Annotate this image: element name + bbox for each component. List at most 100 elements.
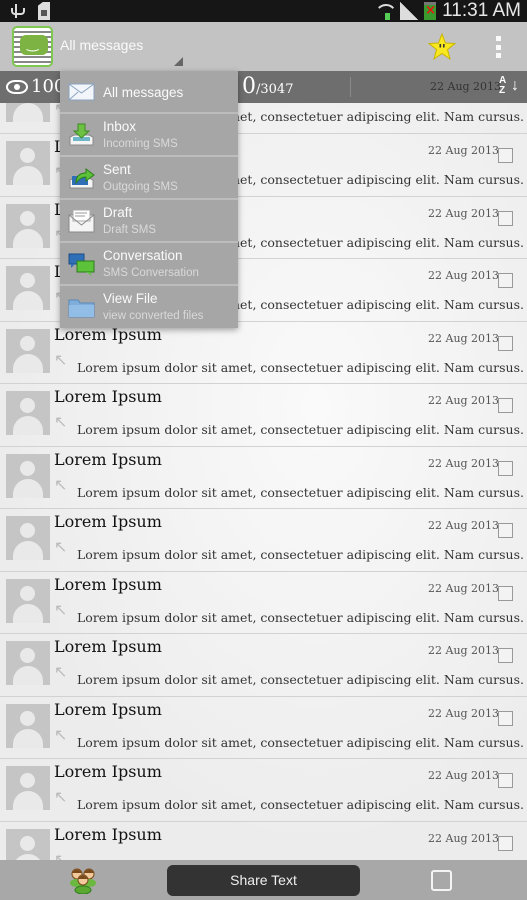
contact-avatar-icon <box>6 578 50 623</box>
contacts-group-icon <box>70 868 96 895</box>
message-row[interactable]: ↖Lorem Ipsum22 Aug 2013Lorem ipsum dolor… <box>0 447 527 509</box>
message-preview: Lorem ipsum dolor sit amet, consectetuer… <box>77 797 524 812</box>
message-date: 22 Aug 2013 <box>428 331 500 345</box>
contact-avatar-icon <box>6 703 50 748</box>
message-checkbox[interactable] <box>498 210 513 226</box>
dropdown-item-sent[interactable]: Sent Outgoing SMS <box>60 157 238 200</box>
action-bar: All messages <box>0 22 527 71</box>
contact-avatar-icon <box>6 103 50 122</box>
sort-arrow-icon: ↓ <box>511 77 519 94</box>
draft-letter-icon <box>68 209 95 233</box>
message-row[interactable]: ↖Lorem Ipsum22 Aug 2013Lorem ipsum dolor… <box>0 822 527 860</box>
message-date: 22 Aug 2013 <box>428 706 500 720</box>
message-checkbox[interactable] <box>498 523 513 538</box>
envelope-icon <box>68 83 95 101</box>
message-checkbox[interactable] <box>498 835 513 851</box>
folder-icon <box>68 299 95 318</box>
received-arrow-icon: ↖ <box>54 349 68 369</box>
message-row[interactable]: ↖Lorem Ipsum22 Aug 2013Lorem ipsum dolor… <box>0 384 527 447</box>
message-date: 22 Aug 2013 <box>428 519 500 532</box>
message-sender: Lorem Ipsum <box>54 762 162 781</box>
message-sender: Lorem Ipsum <box>54 449 162 469</box>
dropdown-label: All messages <box>103 85 184 100</box>
wifi-icon <box>374 2 394 20</box>
message-date: 22 Aug 2013 <box>428 831 500 845</box>
contacts-button[interactable] <box>68 866 98 895</box>
selected-count: 0 <box>242 74 256 99</box>
message-row[interactable]: ↖ Lorem Ipsum 22 Aug 2013 Lorem ipsum dolor… <box>0 697 527 759</box>
overflow-menu-button[interactable] <box>492 36 504 58</box>
message-date: 22 Aug 2013 <box>428 394 500 407</box>
message-checkbox[interactable] <box>498 710 513 726</box>
dropdown-item-all-messages[interactable]: All messages <box>60 71 238 114</box>
message-date: 22 Aug 2013 <box>428 644 500 657</box>
contact-avatar-icon <box>6 391 50 435</box>
message-sender: Lorem Ipsum <box>54 699 162 719</box>
received-arrow-icon: ↖ <box>54 724 68 744</box>
message-row[interactable]: ↖ Lorem Ipsum 22 Aug 2013 Lorem ipsum dolor… <box>0 759 527 822</box>
share-text-button[interactable]: Share Text <box>167 865 360 896</box>
message-checkbox[interactable] <box>498 398 513 413</box>
received-arrow-icon: ↖ <box>54 599 68 619</box>
received-arrow-icon: ↖ <box>54 787 68 806</box>
message-sender: Lorem Ipsum <box>54 387 162 406</box>
status-time: 11:31 AM <box>442 0 521 21</box>
message-sender: Lorem Ipsum <box>54 512 162 531</box>
spinner-indicator-icon <box>174 57 183 66</box>
contact-avatar-icon <box>6 828 50 860</box>
contact-avatar-icon <box>6 516 50 560</box>
signal-icon <box>400 2 419 20</box>
favorite-star-button[interactable] <box>427 32 457 62</box>
received-arrow-icon: ↖ <box>54 537 68 556</box>
message-preview: Lorem ipsum dolor sit amet, consectetuer… <box>77 672 524 687</box>
battery-icon <box>424 2 437 20</box>
sim-icon <box>38 2 50 20</box>
dropdown-item-inbox[interactable]: Inbox Incoming SMS <box>60 114 238 157</box>
app-logo-icon[interactable] <box>12 26 53 67</box>
message-checkbox[interactable] <box>498 460 513 476</box>
conversation-bubbles-icon <box>68 253 95 276</box>
message-preview: Lorem ipsum dolor sit amet, consectetuer… <box>77 359 524 375</box>
nav-spinner-title[interactable]: All messages <box>60 37 143 53</box>
received-arrow-icon: ↖ <box>54 662 68 681</box>
message-checkbox[interactable] <box>498 773 513 788</box>
message-checkbox[interactable] <box>498 273 513 288</box>
select-all-checkbox[interactable] <box>431 870 452 891</box>
message-date: 22 Aug 2013 <box>428 581 500 595</box>
message-row[interactable]: ↖ Lorem Ipsum 22 Aug 2013 Lorem ipsum dolor… <box>0 572 527 634</box>
dropdown-sublabel: view converted files <box>103 310 204 322</box>
message-checkbox[interactable] <box>498 585 513 601</box>
dropdown-sublabel: Draft SMS <box>103 224 157 236</box>
dropdown-sublabel: Outgoing SMS <box>103 181 178 193</box>
total-count: /3047 <box>256 82 294 97</box>
message-row[interactable]: ↖Lorem Ipsum22 Aug 2013Lorem ipsum dolor… <box>0 322 527 384</box>
message-preview: Lorem ipsum dolor sit amet, consectetuer… <box>77 609 524 625</box>
contact-avatar-icon <box>6 141 50 185</box>
message-sender: Lorem Ipsum <box>54 574 162 594</box>
message-date: 22 Aug 2013 <box>428 206 500 220</box>
message-date: 22 Aug 2013 <box>428 456 500 470</box>
message-date: 22 Aug 2013 <box>428 769 500 782</box>
usb-icon <box>8 2 25 20</box>
message-checkbox[interactable] <box>498 335 513 351</box>
message-row[interactable]: ↖Lorem Ipsum22 Aug 2013Lorem ipsum dolor… <box>0 509 527 572</box>
dropdown-item-view-file[interactable]: View File view converted files <box>60 286 238 328</box>
contact-avatar-icon <box>6 328 50 373</box>
dropdown-sublabel: Incoming SMS <box>103 138 178 150</box>
sent-arrow-icon <box>69 168 95 189</box>
contact-avatar-icon <box>6 641 50 685</box>
info-date: 22 Aug 2013 <box>430 80 502 93</box>
message-checkbox[interactable] <box>498 648 513 663</box>
overflow-dot <box>495 36 501 41</box>
message-preview: Lorem ipsum dolor sit amet, consectetuer… <box>77 484 524 500</box>
dropdown-item-conversation[interactable]: Conversation SMS Conversation <box>60 243 238 286</box>
sort-az-icon[interactable]: A Z ↓ <box>499 76 519 98</box>
contact-avatar-icon <box>6 203 50 248</box>
selection-counter: 0/3047 <box>242 74 293 99</box>
message-preview: Lorem ipsum dolor sit amet, consectetuer… <box>77 734 524 750</box>
message-row[interactable]: ↖ Lorem Ipsum 22 Aug 2013 Lorem ipsum dolor… <box>0 634 527 697</box>
dropdown-item-draft[interactable]: Draft Draft SMS <box>60 200 238 243</box>
message-checkbox[interactable] <box>498 148 513 163</box>
message-sender: Lorem Ipsum <box>54 637 162 656</box>
received-arrow-icon: ↖ <box>54 849 68 860</box>
